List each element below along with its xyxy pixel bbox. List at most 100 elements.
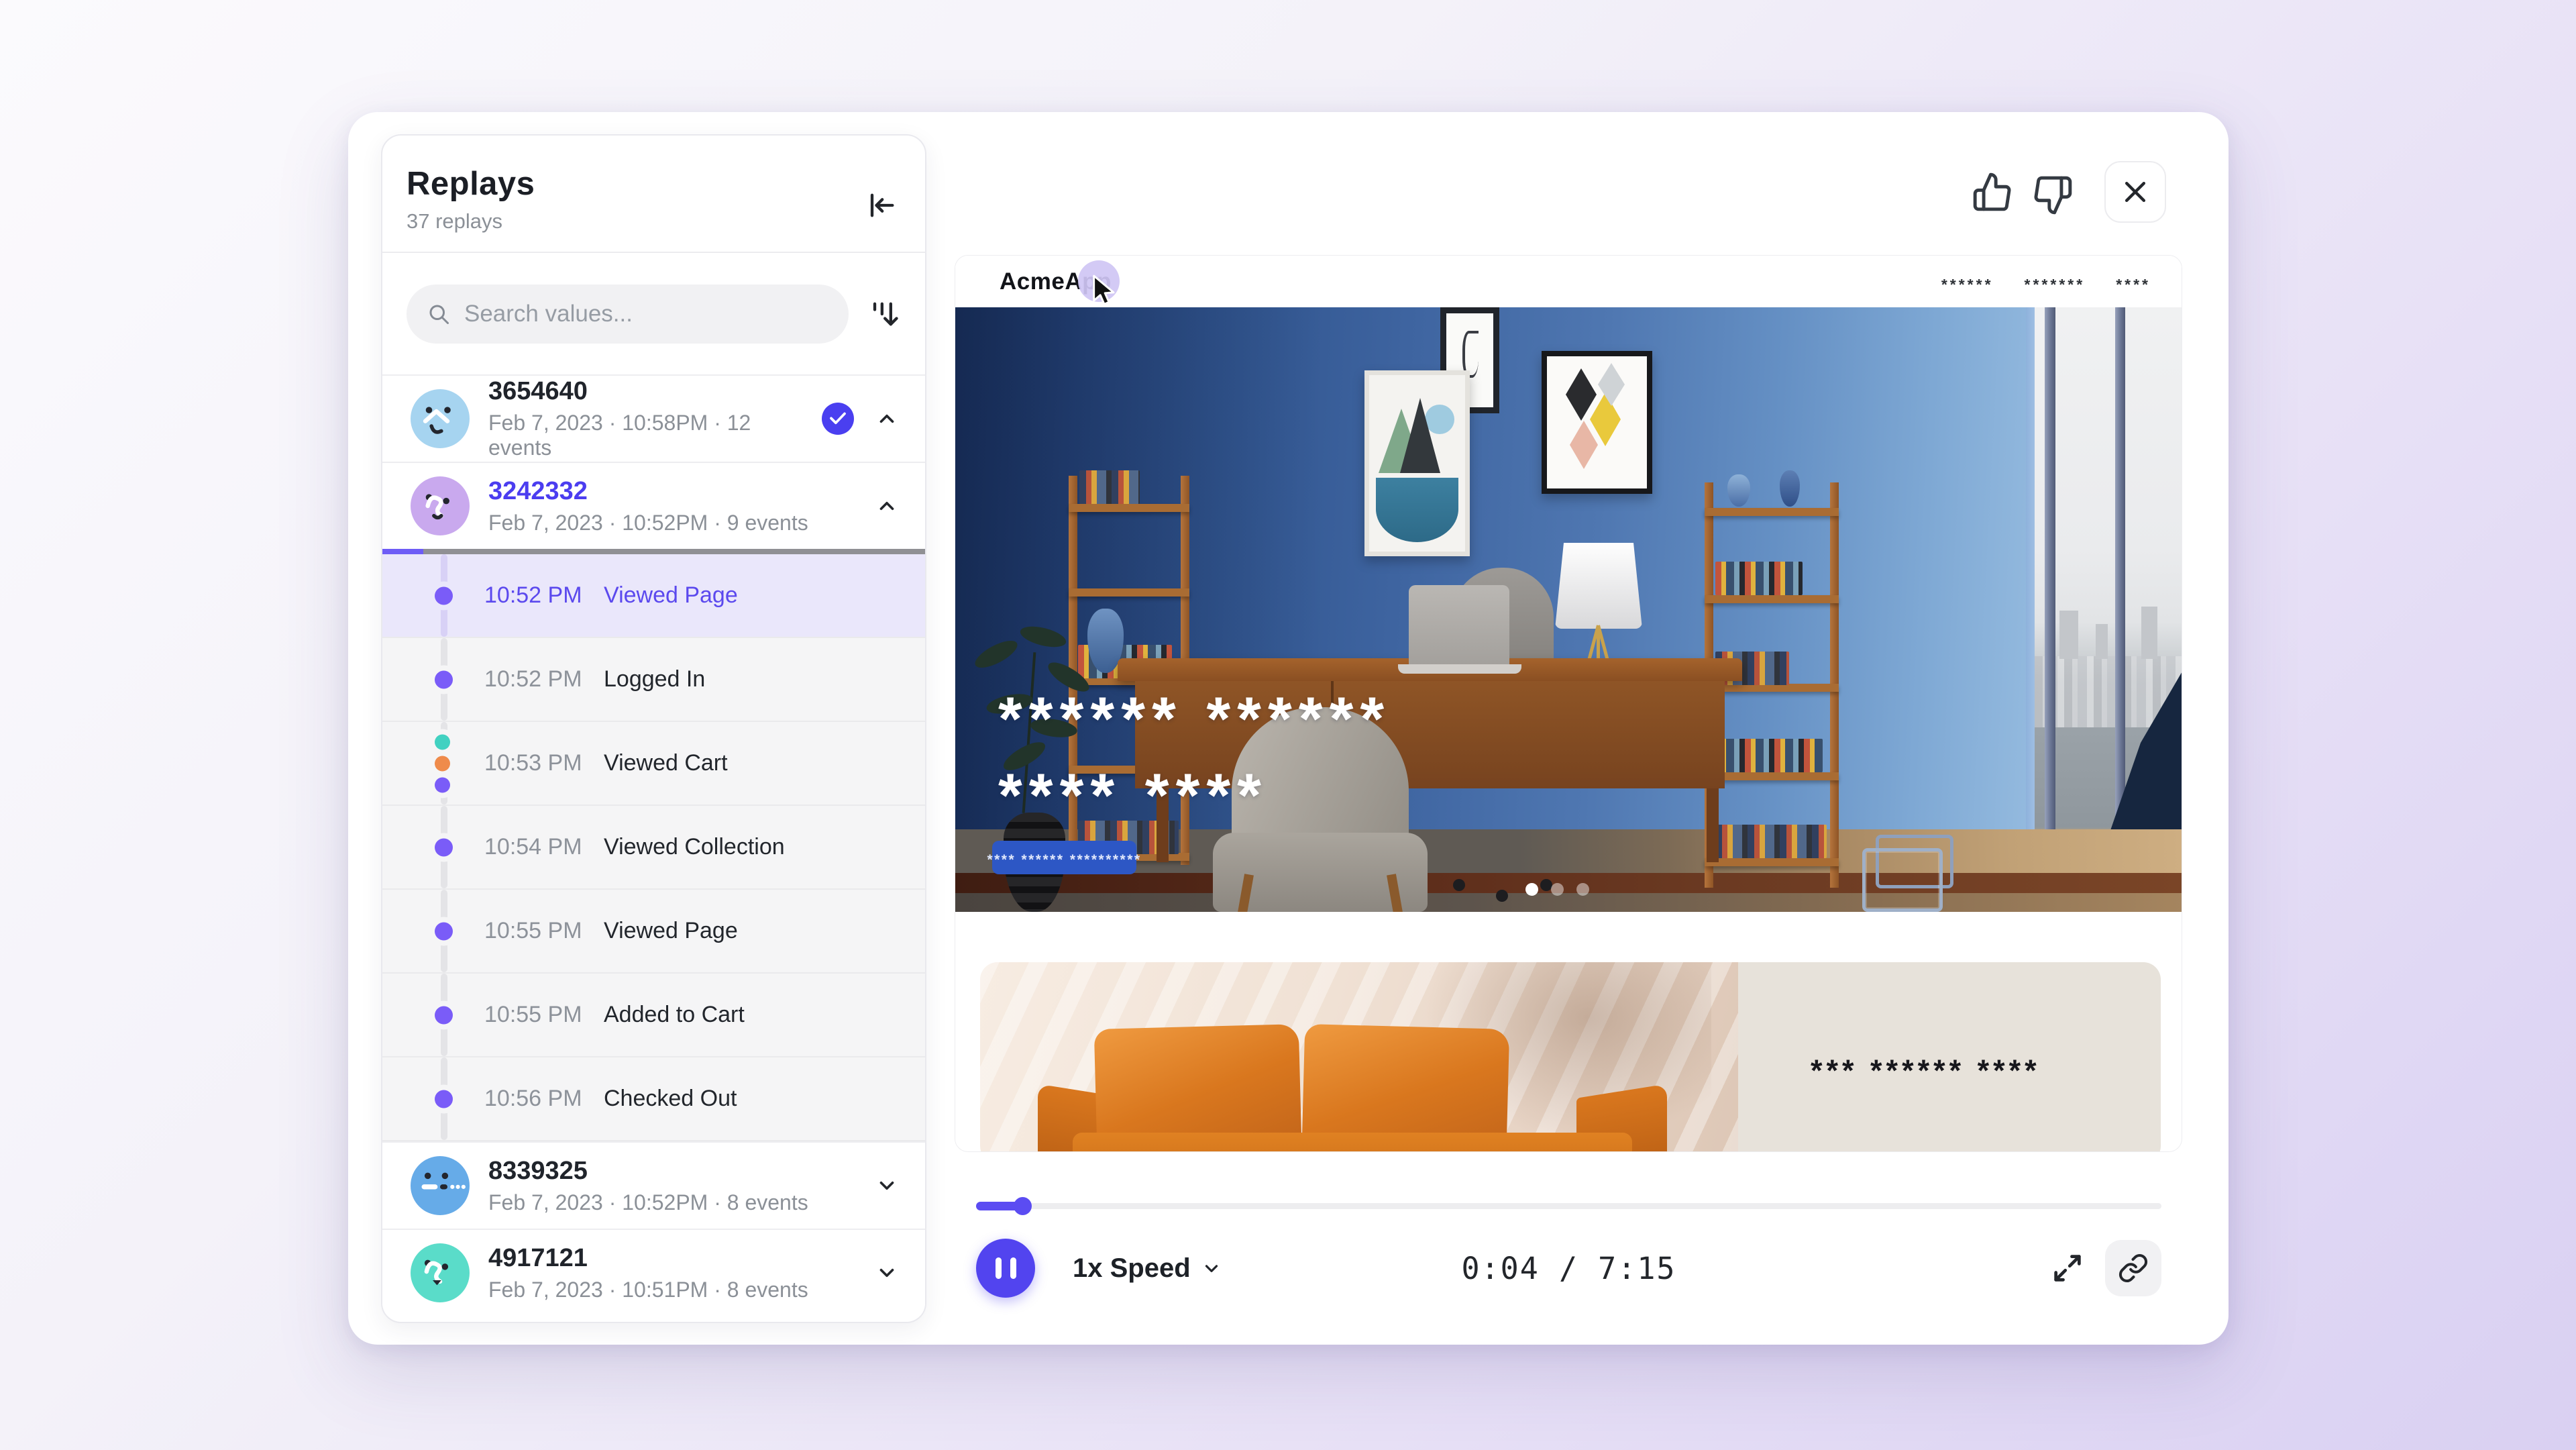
session-list: 3654640 Feb 7, 2023 · 10:58PM · 12 event… xyxy=(382,374,925,1322)
event-dot-group xyxy=(435,670,453,688)
watched-check-badge xyxy=(822,403,854,435)
event-time: 10:56 PM xyxy=(484,1086,604,1112)
session-info: 3242332 Feb 7, 2023 · 10:52PM · 9 events xyxy=(488,477,857,535)
masked-cta-label: **** ****** ********** xyxy=(987,852,1141,868)
pause-button[interactable] xyxy=(976,1239,1035,1298)
thumbs-up-icon[interactable] xyxy=(1972,171,2013,213)
event-label: Viewed Collection xyxy=(604,834,785,860)
close-button[interactable] xyxy=(2104,161,2166,223)
sort-icon[interactable] xyxy=(866,297,901,331)
shelf-board xyxy=(1705,858,1839,866)
skyline-building xyxy=(2059,611,2078,659)
event-label: Viewed Cart xyxy=(604,750,728,776)
event-time: 10:55 PM xyxy=(484,1002,604,1028)
event-dot-group xyxy=(435,922,453,940)
event-row-viewed-page-2[interactable]: 10:55 PM Viewed Page xyxy=(382,890,925,974)
session-avatar xyxy=(411,1156,470,1215)
chevron-down-icon[interactable] xyxy=(875,1174,898,1197)
event-dot xyxy=(435,670,453,688)
session-meta: Feb 7, 2023 · 10:58PM · 12 events xyxy=(488,411,803,460)
chevron-up-icon[interactable] xyxy=(875,407,898,430)
session-row-4917121[interactable]: 4917121 Feb 7, 2023 · 10:51PM · 8 events xyxy=(382,1229,925,1316)
event-dot-purple xyxy=(435,777,450,792)
couch-cushion xyxy=(1302,1024,1509,1147)
event-dot xyxy=(435,838,453,856)
session-meta: Feb 7, 2023 · 10:51PM · 8 events xyxy=(488,1278,857,1302)
session-info: 4917121 Feb 7, 2023 · 10:51PM · 8 events xyxy=(488,1244,857,1302)
masked-nav-link[interactable]: ****** xyxy=(1941,276,1994,294)
event-dot xyxy=(435,922,453,940)
couch-cushion xyxy=(1094,1024,1301,1147)
laptop-base xyxy=(1398,664,1521,674)
masked-nav-link[interactable]: **** xyxy=(2116,276,2151,294)
couch-photo xyxy=(980,962,1738,1152)
event-label: Viewed Page xyxy=(604,582,738,609)
product-card[interactable]: *** ****** **** xyxy=(980,962,2161,1152)
event-label: Viewed Page xyxy=(604,918,738,944)
search-input[interactable]: Search values... xyxy=(407,284,849,344)
seek-bar[interactable] xyxy=(976,1196,2161,1215)
chevron-down-icon[interactable] xyxy=(875,1261,898,1284)
vase xyxy=(1780,470,1800,507)
desk-leg xyxy=(1707,788,1719,862)
chevron-up-icon[interactable] xyxy=(875,495,898,517)
event-dot xyxy=(435,1090,453,1108)
vase xyxy=(1727,474,1750,507)
search-row: Search values... xyxy=(382,252,925,374)
carousel-dot-active[interactable] xyxy=(1525,883,1538,896)
chair-wheel xyxy=(1453,879,1465,891)
speed-label: 1x Speed xyxy=(1073,1253,1191,1284)
session-meta: Feb 7, 2023 · 10:52PM · 8 events xyxy=(488,1190,857,1215)
session-row-8339325[interactable]: 8339325 Feb 7, 2023 · 10:52PM · 8 events xyxy=(382,1141,925,1229)
poster-diamond xyxy=(1570,421,1598,469)
event-row-viewed-page[interactable]: 10:52 PM Viewed Page xyxy=(382,554,925,638)
event-time: 10:53 PM xyxy=(484,750,604,776)
plant-leaf xyxy=(1018,623,1068,651)
books xyxy=(1079,470,1140,504)
masked-cta-button[interactable]: **** ****** ********** xyxy=(992,841,1136,874)
books xyxy=(1715,739,1823,772)
masked-headline-line2: **** **** xyxy=(998,761,1268,831)
fullscreen-icon[interactable] xyxy=(2050,1251,2085,1286)
floor-lower xyxy=(955,893,2182,912)
session-row-3654640[interactable]: 3654640 Feb 7, 2023 · 10:58PM · 12 event… xyxy=(382,374,925,462)
copy-link-button[interactable] xyxy=(2105,1240,2161,1296)
event-row-logged-in[interactable]: 10:52 PM Logged In xyxy=(382,638,925,722)
speed-selector[interactable]: 1x Speed xyxy=(1073,1253,1222,1284)
event-row-viewed-collection[interactable]: 10:54 PM Viewed Collection xyxy=(382,806,925,890)
replayed-site-header: AcmeApp ****** ******* **** xyxy=(955,256,2182,307)
chevron-down-icon xyxy=(1201,1258,1222,1278)
poster-diamond xyxy=(1566,368,1597,421)
player-controls: 1x Speed 0:04 / 7:15 xyxy=(976,1231,2161,1305)
session-info: 3654640 Feb 7, 2023 · 10:58PM · 12 event… xyxy=(488,377,803,460)
session-row-3242332[interactable]: 3242332 Feb 7, 2023 · 10:52PM · 9 events xyxy=(382,462,925,549)
feedback-toolbar xyxy=(1972,155,2166,229)
event-row-viewed-cart[interactable]: 10:53 PM Viewed Cart xyxy=(382,722,925,806)
masked-headline-line1: ****** ****** xyxy=(998,684,1391,755)
books xyxy=(1715,562,1803,595)
carousel-dot[interactable] xyxy=(1576,883,1589,896)
session-avatar xyxy=(411,476,470,535)
window-mullion xyxy=(2045,307,2055,912)
masked-nav-link[interactable]: ******* xyxy=(2025,276,2086,294)
event-dot-group xyxy=(435,1006,453,1024)
event-dot-group xyxy=(435,586,453,605)
skyline-building xyxy=(2096,624,2108,659)
carousel-dot[interactable] xyxy=(1551,883,1564,896)
player-right-controls xyxy=(2050,1240,2161,1296)
masked-nav-links: ****** ******* **** xyxy=(1941,272,2151,291)
replays-sidebar: Replays 37 replays Search values... 3654… xyxy=(381,134,926,1323)
seek-knob[interactable] xyxy=(1014,1197,1032,1215)
event-row-checked-out[interactable]: 10:56 PM Checked Out xyxy=(382,1057,925,1141)
chair-wheel xyxy=(1496,890,1508,902)
thumbs-down-icon[interactable] xyxy=(2032,174,2074,216)
collapse-sidebar-icon[interactable] xyxy=(863,188,898,223)
event-time: 10:55 PM xyxy=(484,918,604,944)
page-title: Replays xyxy=(407,165,901,203)
seek-track xyxy=(976,1203,2161,1209)
event-row-added-to-cart[interactable]: 10:55 PM Added to Cart xyxy=(382,974,925,1057)
plant-leaf xyxy=(971,635,1021,673)
session-info: 8339325 Feb 7, 2023 · 10:52PM · 8 events xyxy=(488,1157,857,1215)
session-progress-rest xyxy=(423,549,925,554)
floor-lamp-shade xyxy=(1555,543,1642,629)
